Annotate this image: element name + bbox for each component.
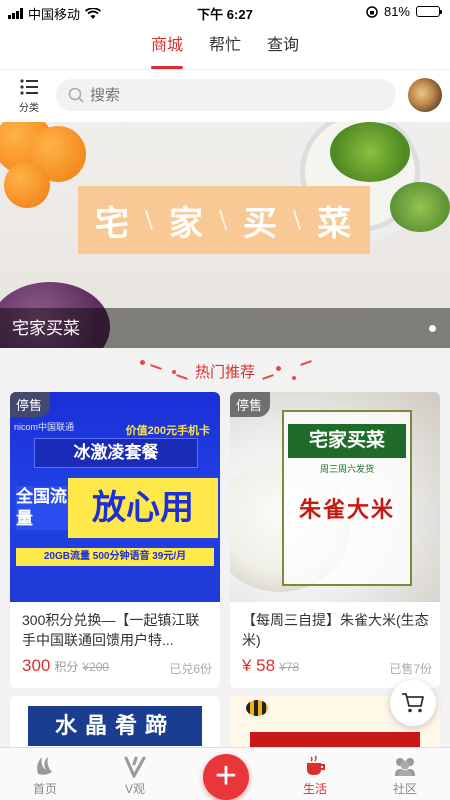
- tab-help[interactable]: 帮忙: [209, 24, 241, 69]
- banner-title-separator: \: [218, 206, 230, 234]
- poster-frame: 宅家买菜 周三周六发货 朱雀大米: [282, 410, 412, 586]
- tab-mall[interactable]: 商城: [150, 24, 183, 69]
- banner-title-separator: \: [293, 206, 304, 234]
- nav-life[interactable]: 生活: [280, 754, 350, 797]
- banner-caption: 宅家买菜: [12, 319, 80, 338]
- nav-label: 首页: [32, 782, 57, 796]
- poster-headline: 冰激凌套餐: [34, 438, 198, 468]
- nav-label: V观: [124, 782, 145, 796]
- banner-title-char: 买: [243, 203, 280, 244]
- decoration-dash: [262, 374, 274, 380]
- product-title: 【每周三自提】朱雀大米(生态米): [242, 612, 429, 648]
- banner-title-char: 菜: [317, 203, 354, 244]
- poster-left-text: 全国流量: [16, 486, 68, 530]
- banner-title-char: 宅: [94, 203, 131, 244]
- poster-title: 宅家买菜: [288, 424, 406, 458]
- product-card[interactable]: nicom中国联通 价值200元手机卡 冰激凌套餐 全国流量 放心用 20GB流…: [10, 392, 220, 688]
- rotation-lock-icon: [366, 5, 378, 18]
- poster-logo: nicom中国联通: [14, 422, 75, 432]
- poster-strip: 20GB流量 500分钟语音 39元/月: [16, 548, 214, 566]
- banner-carousel[interactable]: 宅 \ 家 \ 买 \ 菜 宅家买菜: [0, 122, 450, 348]
- decoration-dot: [292, 376, 296, 380]
- nav-label: 社区: [392, 782, 417, 796]
- poster-rice: 宅家买菜 周三周六发货 朱雀大米: [230, 392, 440, 602]
- price-row: 300 积分 ¥200 已兑6份: [10, 656, 220, 688]
- price-unit: 积分: [54, 660, 79, 674]
- poster-rice-text: 朱雀大米: [298, 497, 395, 523]
- avatar[interactable]: [408, 78, 442, 112]
- battery-percent: 81%: [383, 4, 410, 19]
- section-title: 热门推荐: [194, 364, 255, 381]
- list-icon: [20, 79, 38, 95]
- product-price: 300: [22, 656, 51, 675]
- poster-unicom: nicom中国联通 价值200元手机卡 冰激凌套餐 全国流量 放心用 20GB流…: [10, 392, 220, 602]
- product-card[interactable]: 宅家买菜 周三周六发货 朱雀大米 停售 【每周三自提】朱雀大米(生态米) ¥ 5…: [230, 392, 440, 688]
- cart-icon: [402, 693, 424, 713]
- banner-title: 宅 \ 家 \ 买 \ 菜: [78, 186, 370, 254]
- original-price: ¥78: [279, 660, 300, 674]
- bee-icon: [246, 700, 268, 716]
- banner-title-char: 家: [168, 203, 205, 244]
- nav-home[interactable]: 首页: [10, 754, 80, 797]
- home-icon: [37, 757, 52, 775]
- cart-button[interactable]: [390, 680, 436, 726]
- nav-community[interactable]: 社区: [370, 754, 440, 797]
- status-badge: 停售: [230, 392, 271, 417]
- decoration-dash: [150, 364, 162, 370]
- decoration-dot: [172, 370, 176, 374]
- poster-big-text: 放心用: [68, 478, 218, 538]
- nav-label: 生活: [302, 782, 327, 796]
- status-right: 81%: [366, 4, 442, 19]
- tab-query[interactable]: 查询: [267, 24, 299, 69]
- category-button[interactable]: 分类: [10, 78, 48, 114]
- product-image: 宅家买菜 周三周六发货 朱雀大米 停售: [230, 392, 440, 602]
- carousel-dot[interactable]: [429, 325, 436, 332]
- nav-v[interactable]: V观: [100, 754, 170, 797]
- top-tabs: 商城 帮忙 查询: [0, 24, 450, 70]
- greens-image: [390, 182, 450, 232]
- orange-image: [4, 162, 50, 208]
- poster-subtitle: 周三周六发货: [319, 464, 374, 474]
- decoration-dot: [140, 360, 145, 365]
- category-label: 分类: [19, 103, 39, 114]
- sold-count: 已售7份: [389, 662, 432, 676]
- product-price: ¥ 58: [242, 656, 276, 675]
- section-header: 热门推荐: [0, 348, 450, 392]
- decoration-dash: [300, 360, 312, 366]
- product-image: nicom中国联通 价值200元手机卡 冰激凌套餐 全国流量 放心用 20GB流…: [10, 392, 220, 602]
- community-icon: [395, 758, 415, 776]
- status-badge: 停售: [10, 392, 51, 417]
- search-icon: [68, 87, 84, 103]
- poster-title: 水晶肴蹄: [28, 706, 202, 746]
- battery-icon: [416, 6, 442, 17]
- search-box[interactable]: [56, 79, 396, 111]
- decoration-dash: [176, 374, 188, 380]
- poster-top-text: 价值200元手机卡: [125, 425, 210, 437]
- search-input[interactable]: [90, 86, 370, 104]
- original-price: ¥200: [82, 660, 110, 674]
- search-row: 分类: [0, 70, 450, 122]
- bottom-nav: 首页 V观 + 生活 社区: [0, 747, 450, 800]
- add-button[interactable]: +: [203, 754, 249, 800]
- cup-icon: [307, 755, 325, 775]
- decoration-dot: [276, 366, 281, 371]
- product-title: 300积分兑换—【一起镇江联手中国联通回馈用户特...: [22, 612, 200, 648]
- greens-image: [330, 122, 410, 182]
- v-icon: [124, 756, 146, 778]
- banner-title-separator: \: [144, 206, 155, 234]
- sold-count: 已兑6份: [169, 662, 212, 676]
- status-bar: 中国移动 下午 6:27 81%: [0, 0, 450, 24]
